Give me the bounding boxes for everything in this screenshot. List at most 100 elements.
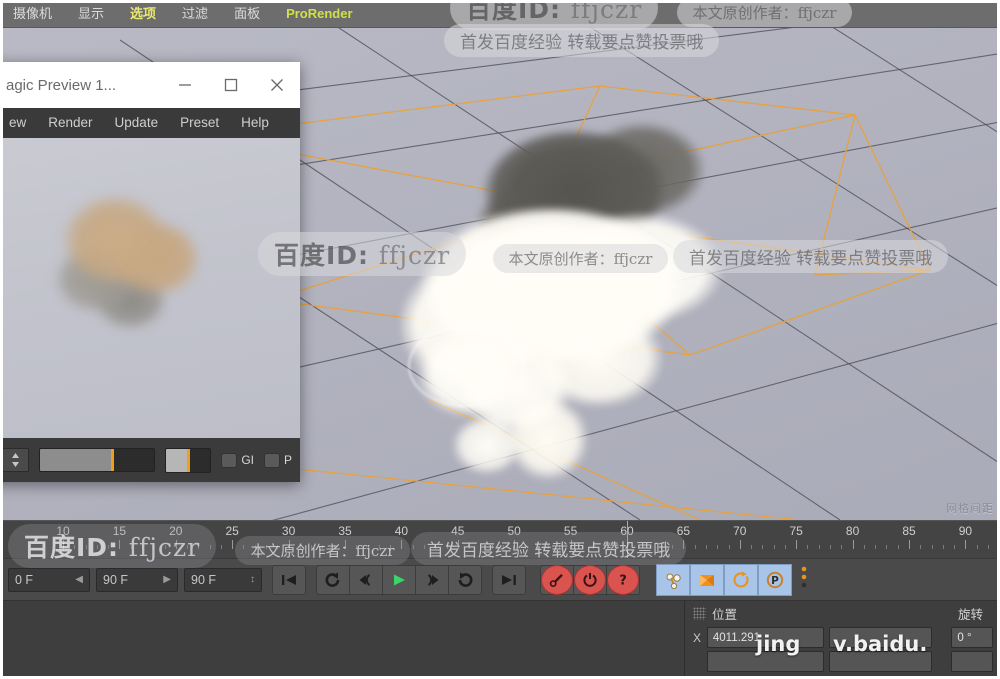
timeline-minor-tick (954, 545, 956, 549)
timeline-minor-tick (987, 545, 989, 549)
keyframe-scale-button[interactable] (690, 563, 724, 596)
chevron-left-icon[interactable]: ◀ (75, 574, 83, 585)
record-key-button[interactable] (540, 564, 574, 595)
key-selection-button[interactable]: ? (607, 564, 640, 595)
overflow-dots-icon[interactable] (800, 565, 808, 594)
coordinates-row-x: X 4011.291 0 ° (685, 627, 1000, 648)
keyframe-mode-group: P (656, 563, 792, 596)
menu-item-camera[interactable]: 摄像机 (0, 0, 65, 28)
magic-preview-titlebar[interactable]: agic Preview 1... (0, 62, 300, 108)
menu-item-prorender[interactable]: ProRender (273, 0, 365, 28)
samples-slider[interactable] (165, 447, 212, 473)
rotation-h-field[interactable]: 0 ° (951, 627, 994, 648)
timeline-minor-tick (390, 545, 392, 549)
timeline-tick-label: 55 (563, 524, 578, 538)
range-end-field[interactable]: 90 F ▶ (96, 567, 178, 592)
rotate-key-icon (574, 564, 606, 595)
size-x-field[interactable] (828, 627, 933, 648)
timeline-minor-tick (266, 545, 268, 549)
menu-item-panel[interactable]: 面板 (221, 0, 273, 28)
falloff-ring-gizmo (408, 325, 524, 407)
drag-handle-icon[interactable] (693, 606, 706, 620)
bottom-left-panel (0, 600, 684, 679)
gi-checkbox[interactable]: GI (221, 452, 254, 468)
timeline-tick-label: 40 (394, 524, 409, 538)
timeline-minor-tick (762, 545, 764, 549)
minimize-icon[interactable] (162, 62, 208, 108)
parameter-key-button[interactable]: P (758, 563, 792, 596)
size-y-field[interactable] (828, 651, 933, 672)
rotation-column-label: 旋转 (957, 607, 983, 622)
timeline-tick-label: 45 (451, 524, 465, 538)
preview-menu-help[interactable]: Help (230, 108, 280, 138)
step-forward-button[interactable] (416, 564, 449, 595)
timeline-playhead[interactable] (627, 521, 628, 559)
position-x-field[interactable]: 4011.291 (706, 627, 824, 648)
preview-menu-preset[interactable]: Preset (169, 108, 230, 138)
timeline-ruler[interactable]: 1015202530354045505560657075808590 (0, 520, 1000, 559)
step-back-button[interactable] (350, 564, 383, 595)
timeline-minor-tick (502, 545, 504, 549)
p-checkbox-box[interactable] (263, 452, 280, 468)
timeline-minor-tick (491, 545, 493, 549)
max-frame-field[interactable]: 90 F ↕ (184, 567, 262, 592)
preview-menu-render[interactable]: Render (37, 108, 103, 138)
p-checkbox-label: P (283, 453, 292, 467)
timeline-minor-tick (920, 545, 922, 549)
timeline-minor-tick (141, 545, 143, 549)
timeline-minor-tick (897, 545, 899, 549)
timeline-minor-tick (548, 545, 550, 549)
rotation-p-field[interactable] (951, 651, 994, 672)
timeline-minor-tick (412, 545, 414, 549)
quality-slider[interactable] (39, 448, 156, 472)
maximize-icon[interactable] (208, 62, 254, 108)
timeline-minor-tick (818, 545, 820, 549)
timeline-minor-tick (187, 545, 189, 549)
autokey-button[interactable] (574, 564, 607, 595)
timeline-minor-tick (717, 545, 719, 549)
chevron-right-icon[interactable]: ▶ (163, 574, 171, 585)
timeline-major-tick (288, 540, 290, 549)
timeline-tick-label: 35 (338, 524, 352, 538)
updown-arrows-icon[interactable]: ↕ (250, 574, 255, 585)
timeline-minor-tick (220, 545, 222, 549)
timeline-minor-tick (243, 545, 245, 549)
magic-preview-window[interactable]: agic Preview 1... ew Render Update Prese… (0, 62, 300, 482)
timeline-minor-tick (863, 545, 865, 549)
current-frame-field[interactable]: 0 F ◀ (8, 567, 90, 592)
timeline-major-tick (796, 540, 798, 549)
p-checkbox[interactable]: P (263, 452, 292, 468)
timeline-major-tick (683, 540, 685, 549)
previous-key-button[interactable] (316, 564, 350, 595)
timeline-minor-tick (277, 545, 279, 549)
next-key-button[interactable] (449, 564, 482, 595)
transport-button-group (316, 564, 482, 595)
timeline-major-tick (739, 540, 741, 549)
timeline-minor-tick (435, 545, 437, 549)
timeline-major-tick (345, 540, 346, 549)
timeline-minor-tick (299, 545, 301, 549)
menu-item-options[interactable]: 选项 (117, 0, 169, 28)
preview-menu-update[interactable]: Update (104, 108, 170, 138)
menu-item-filter[interactable]: 过滤 (169, 0, 221, 28)
go-to-end-button[interactable] (492, 564, 526, 595)
go-to-start-button[interactable] (272, 564, 306, 595)
preview-menu-view[interactable]: ew (0, 108, 37, 138)
timeline-minor-tick (311, 545, 313, 549)
timeline-tick-label: 90 (958, 524, 973, 538)
close-icon[interactable] (254, 62, 300, 108)
timeline-major-tick (909, 540, 910, 549)
updown-arrows-icon[interactable] (2, 448, 30, 472)
gi-checkbox-box[interactable] (221, 452, 238, 468)
play-button[interactable] (383, 564, 416, 595)
menu-item-display[interactable]: 显示 (65, 0, 117, 28)
timeline-minor-tick (976, 545, 978, 549)
timeline-major-tick (457, 540, 459, 549)
timeline-minor-tick (773, 545, 775, 549)
magic-preview-render-canvas[interactable] (0, 138, 300, 438)
keyframe-rotation-button[interactable] (724, 563, 758, 596)
keyframe-position-button[interactable] (656, 563, 690, 596)
timeline-minor-tick (830, 545, 832, 549)
timeline-minor-tick (108, 545, 110, 549)
position-y-field[interactable] (706, 651, 824, 672)
